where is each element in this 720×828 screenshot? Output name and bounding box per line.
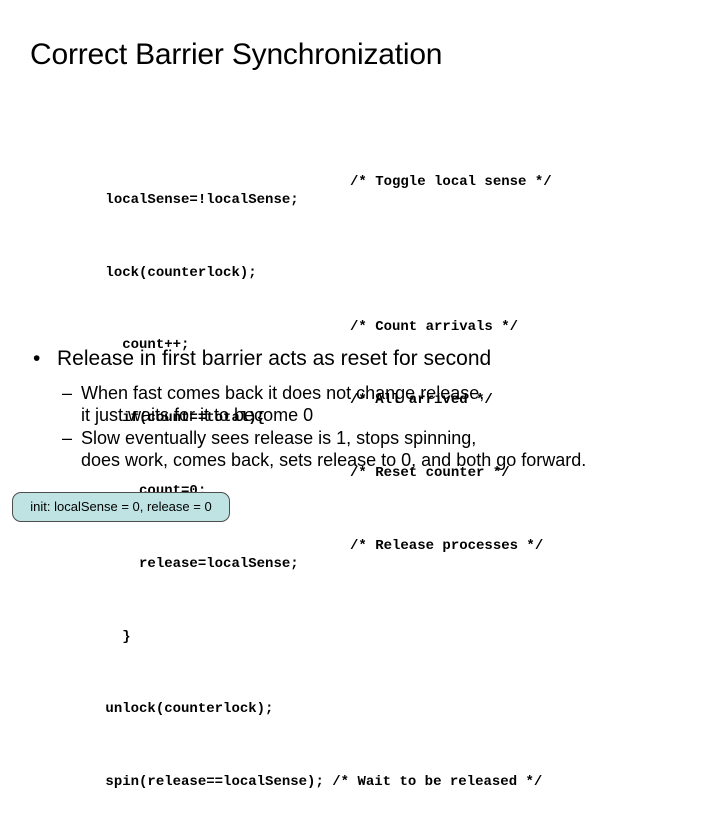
code-statement: lock(counterlock);: [105, 264, 257, 281]
bullet-level2-text-line1: Slow eventually sees release is 1, stops…: [81, 428, 477, 448]
code-line: spin(release==localSense); /* Wait to be…: [55, 755, 542, 790]
code-line: lock(counterlock);: [55, 245, 542, 281]
code-line: count++;/* Count arrivals */: [55, 318, 542, 353]
code-line: release=localSense; /* Release processes …: [55, 537, 544, 572]
code-statement: }: [105, 628, 131, 645]
bullet-level2: – When fast comes back it does not chang…: [62, 382, 484, 426]
bullet-level2-text-line2: does work, comes back, sets release to 0…: [81, 450, 587, 470]
bullet-level2-text-line2: it just waits for it to become 0: [81, 405, 314, 425]
bullet-level1-text: Release in first barrier acts as reset f…: [57, 347, 492, 370]
code-line: localSense=!localSense; /* Toggle local s…: [55, 173, 551, 208]
slide-canvas: Correct Barrier Synchronization localSen…: [0, 0, 720, 790]
init-callout-label: init: localSense = 0, release = 0: [30, 499, 212, 514]
code-comment: /* Toggle local sense */: [350, 173, 552, 190]
code-line: unlock(counterlock);: [55, 682, 542, 717]
code-line: }: [55, 609, 542, 645]
bullet-level1: • Release in first barrier acts as reset…: [33, 345, 491, 372]
code-comment: /* Wait to be released */: [332, 774, 543, 791]
code-statement: localSense=!localSense;: [105, 191, 299, 208]
bullet-dot-icon: •: [33, 347, 41, 370]
init-callout-box: init: localSense = 0, release = 0: [12, 492, 230, 522]
bullet-level2-text-line1: When fast comes back it does not change …: [81, 383, 485, 403]
page-title: Correct Barrier Synchronization: [30, 38, 443, 71]
code-comment: /* Release processes */: [350, 537, 544, 554]
bullet-dash-icon: –: [62, 428, 73, 448]
bullet-dash-icon: –: [62, 383, 73, 403]
code-statement: spin(release==localSense);: [105, 774, 333, 791]
code-block: localSense=!localSense; /* Toggle local s…: [55, 118, 551, 828]
code-statement: unlock(counterlock);: [105, 701, 274, 718]
code-comment: /* Count arrivals */: [350, 319, 519, 336]
code-statement: release=localSense;: [105, 555, 299, 572]
bullet-level2: – Slow eventually sees release is 1, sto…: [62, 427, 586, 471]
